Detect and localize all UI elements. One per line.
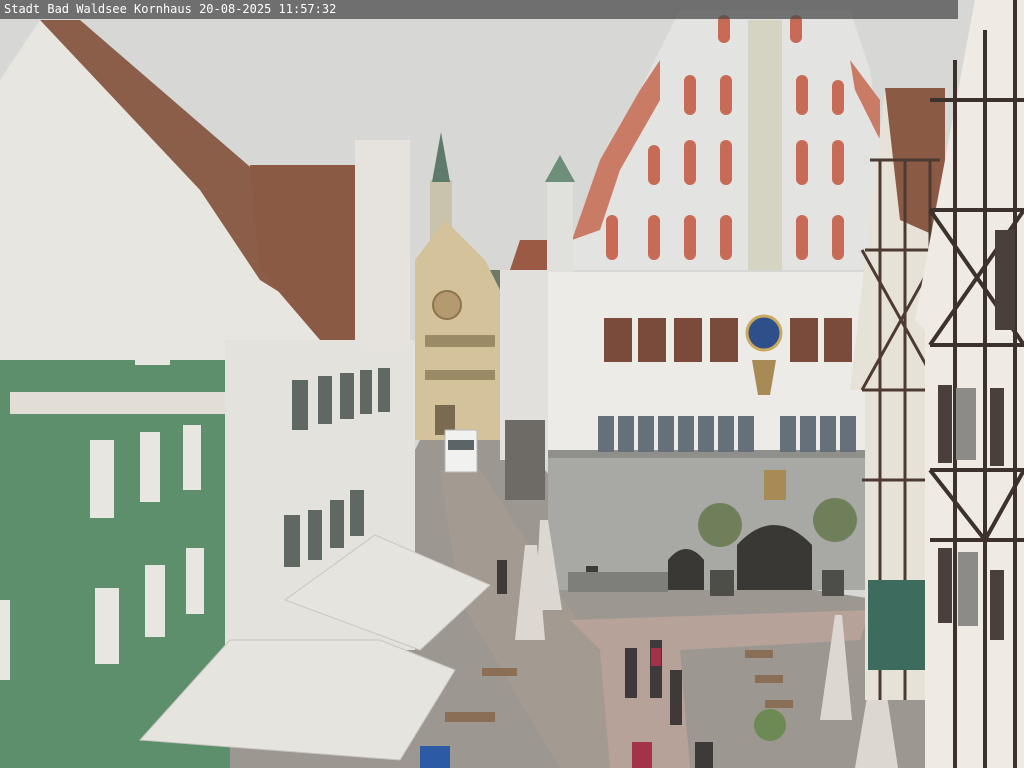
bench (568, 572, 668, 592)
town-square-photo (0, 0, 1024, 768)
webcam-scene: Stadt Bad Waldsee Kornhaus 20-08-2025 11… (0, 0, 1024, 768)
town-hall-clock (745, 314, 783, 352)
left-turret (547, 180, 573, 280)
delivery-van (444, 429, 478, 473)
distant-clock (432, 290, 462, 320)
webcam-caption: Stadt Bad Waldsee Kornhaus 20-08-2025 11… (0, 0, 958, 19)
street-sign (420, 746, 450, 768)
tree (698, 503, 742, 547)
